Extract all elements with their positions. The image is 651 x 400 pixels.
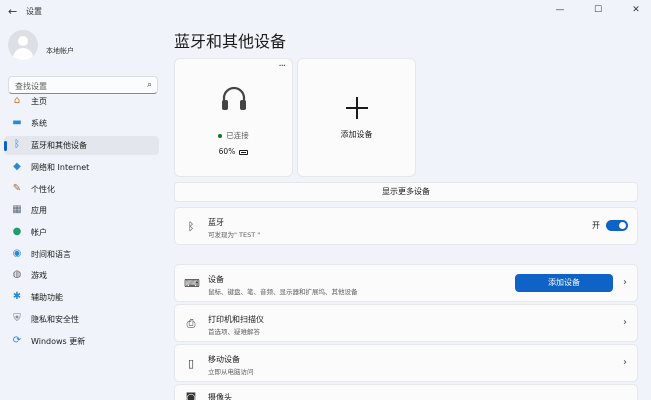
wifi-icon: ◆ — [13, 161, 21, 172]
maximize-button[interactable]: ☐ — [586, 2, 610, 18]
gamepad-icon: ◍ — [12, 269, 22, 280]
active-indicator — [4, 141, 7, 151]
more-icon[interactable]: ··· — [278, 61, 285, 72]
minimize-button[interactable]: — — [548, 2, 572, 18]
sidebar-item-label: 游戏 — [31, 271, 47, 280]
sidebar-item-label: Windows 更新 — [31, 337, 86, 346]
sidebar-item-11[interactable]: ⟳ Windows 更新 — [4, 332, 159, 351]
brush-icon: ✎ — [12, 183, 22, 194]
avatar[interactable] — [8, 30, 38, 60]
sidebar-item-label: 隐私和安全性 — [31, 315, 79, 324]
bluetooth-icon: ᛒ — [187, 220, 195, 233]
plus-icon — [346, 97, 368, 119]
sidebar-item-7[interactable]: ◉ 时间和语言 — [4, 245, 159, 264]
globe-icon: ◉ — [12, 248, 22, 259]
chevron-right-icon[interactable]: › — [623, 357, 627, 368]
devices-title: 设备 — [208, 275, 224, 284]
sidebar-item-label: 应用 — [31, 206, 47, 215]
camera-icon: ◙ — [185, 391, 197, 400]
sidebar-item-label: 主页 — [31, 97, 47, 106]
show-more-devices-button[interactable]: 显示更多设备 — [174, 182, 638, 202]
home-icon: ⌂ — [13, 95, 21, 106]
back-arrow-icon[interactable]: ← — [8, 5, 17, 18]
sidebar-item-label: 蓝牙和其他设备 — [31, 141, 87, 150]
sidebar-item-1[interactable]: ▬ 系统 — [4, 114, 159, 133]
title-bar: ← 设置 — ☐ ✕ — [0, 0, 651, 22]
mobile-subtitle: 立即从电脑访问 — [208, 368, 254, 376]
sidebar-item-5[interactable]: ▦ 应用 — [4, 201, 159, 220]
monitor-icon: ▬ — [12, 117, 22, 128]
search-icon[interactable]: ⌕ — [147, 80, 152, 90]
sidebar-item-2[interactable]: ᛒ 蓝牙和其他设备 — [4, 136, 159, 155]
sidebar-item-4[interactable]: ✎ 个性化 — [4, 180, 159, 199]
battery-icon — [239, 149, 249, 155]
chevron-right-icon[interactable]: › — [623, 277, 627, 288]
person-icon: ● — [12, 226, 22, 237]
sidebar-item-label: 系统 — [31, 119, 47, 128]
sidebar-item-3[interactable]: ◆ 网络和 Internet — [4, 158, 159, 177]
sidebar-item-label: 辅助功能 — [31, 293, 63, 302]
devices-subtitle: 鼠标、键盘、笔、音频、显示器和扩展坞、其他设备 — [208, 288, 358, 296]
sidebar-item-9[interactable]: ✱ 辅助功能 — [4, 288, 159, 307]
printers-title: 打印机和扫描仪 — [208, 315, 264, 324]
devices-row[interactable]: ⌨ 设备 鼠标、键盘、笔、音频、显示器和扩展坞、其他设备 添加设备 › — [174, 264, 638, 302]
sidebar-item-label: 个性化 — [31, 185, 55, 194]
battery-level: 60% — [175, 147, 292, 156]
sidebar-item-label: 网络和 Internet — [31, 163, 90, 172]
bluetooth-title: 蓝牙 — [208, 218, 224, 227]
update-icon: ⟳ — [12, 335, 22, 346]
close-button[interactable]: ✕ — [624, 2, 648, 18]
window-title: 设置 — [26, 7, 42, 16]
shield-icon: ⛨ — [13, 313, 21, 324]
printer-icon: ⎙ — [186, 317, 196, 330]
mobile-devices-row[interactable]: ▯ 移动设备 立即从电脑访问 › — [174, 344, 638, 382]
phone-icon: ▯ — [187, 357, 195, 370]
connected-dot — [218, 134, 223, 138]
sidebar-item-label: 时间和语言 — [31, 250, 71, 259]
sidebar-item-8[interactable]: ◍ 游戏 — [4, 266, 159, 285]
sidebar-item-0[interactable]: ⌂ 主页 — [4, 92, 159, 111]
main-content: 蓝牙和其他设备 ··· 已连接 60% 添加设备 显示更多设备 ᛒ 蓝牙 可发现… — [166, 22, 651, 400]
device-card[interactable]: ··· 已连接 60% — [174, 58, 293, 177]
printers-subtitle: 首选项、疑难解答 — [208, 328, 260, 336]
account-name: 本地帐户 — [46, 47, 74, 55]
camera-title: 摄像头 — [208, 393, 232, 400]
apps-icon: ▦ — [12, 204, 22, 215]
sidebar: 本地帐户 查找设置 ⌕ ⌂ 主页 ▬ 系统 ᛒ 蓝牙和其他设备 ◆ 网络和 Internet ✎… — [0, 22, 166, 400]
page-title: 蓝牙和其他设备 — [174, 32, 287, 51]
sidebar-item-10[interactable]: ⛨ 隐私和安全性 — [4, 310, 159, 329]
camera-row[interactable]: ◙ 摄像头 — [174, 384, 638, 400]
mobile-title: 移动设备 — [208, 355, 240, 364]
chevron-right-icon[interactable]: › — [623, 317, 627, 328]
printers-row[interactable]: ⎙ 打印机和扫描仪 首选项、疑难解答 › — [174, 304, 638, 342]
sidebar-item-label: 帐户 — [31, 228, 47, 237]
bluetooth-row: ᛒ 蓝牙 可发现为" TEST " 开 — [174, 207, 638, 245]
add-device-button[interactable]: 添加设备 — [515, 274, 613, 292]
headphones-icon — [222, 86, 246, 110]
bluetooth-toggle[interactable] — [606, 220, 628, 231]
bluetooth-toggle-label: 开 — [592, 221, 600, 230]
bluetooth-subtitle: 可发现为" TEST " — [208, 231, 261, 239]
device-status: 已连接 — [175, 130, 292, 141]
keyboard-icon: ⌨ — [184, 277, 200, 290]
device-status-text: 已连接 — [226, 131, 249, 140]
accessibility-icon: ✱ — [12, 291, 22, 302]
search-placeholder: 查找设置 — [15, 82, 47, 91]
add-device-label: 添加设备 — [340, 130, 373, 139]
bluetooth-icon: ᛒ — [14, 139, 20, 150]
add-device-card[interactable]: 添加设备 — [297, 58, 416, 177]
battery-text: 60% — [218, 147, 236, 156]
sidebar-item-6[interactable]: ● 帐户 — [4, 223, 159, 242]
